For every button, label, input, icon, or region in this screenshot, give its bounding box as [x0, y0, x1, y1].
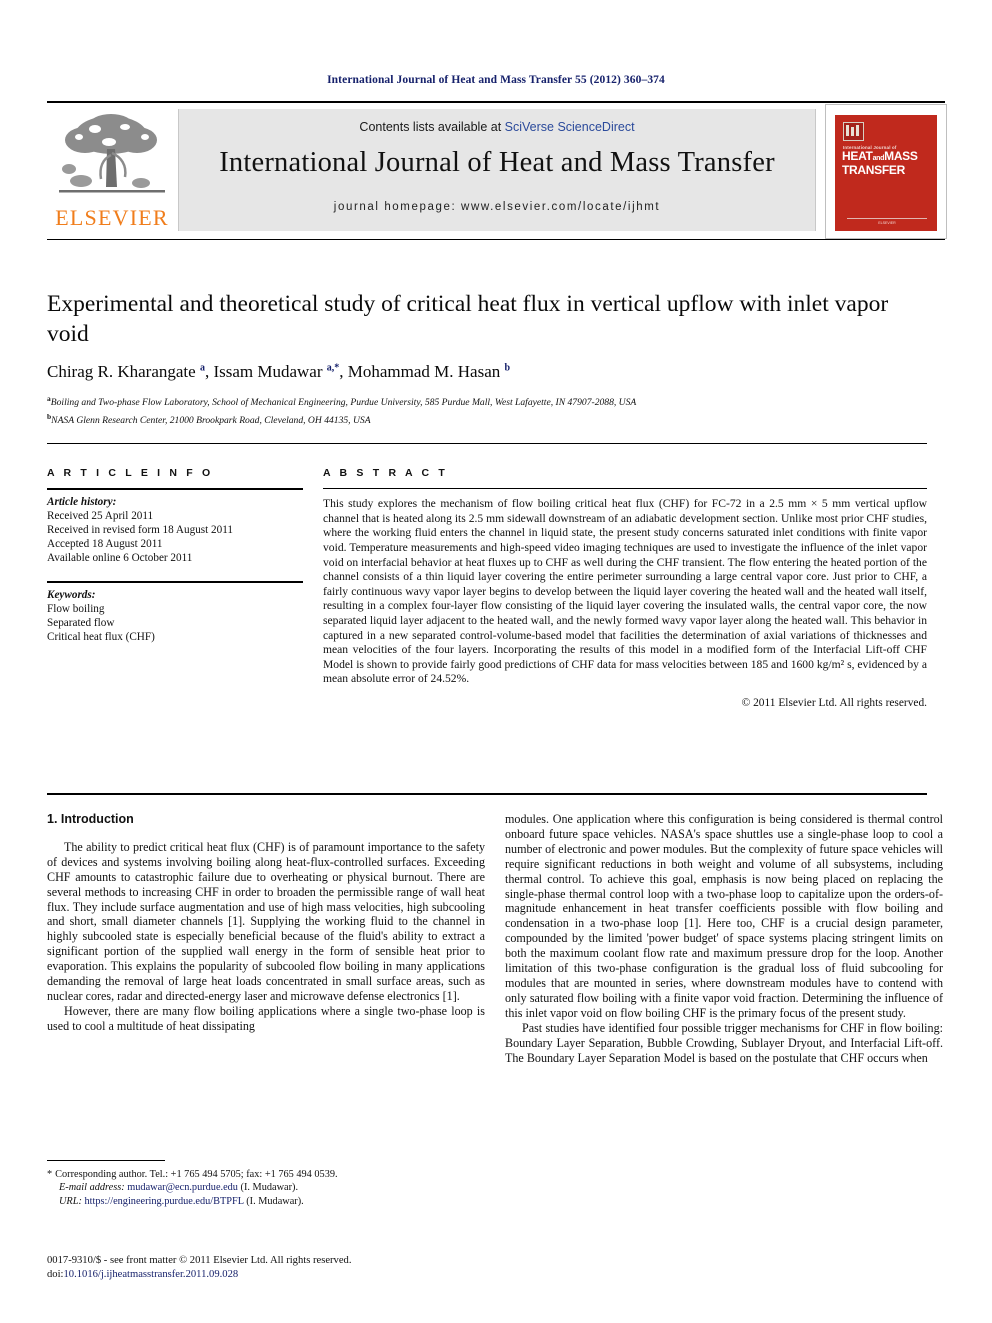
running-head: International Journal of Heat and Mass T… — [327, 74, 665, 86]
keyword-3: Critical heat flux (CHF) — [47, 631, 155, 644]
affiliation-b: bNASA Glenn Research Center, 21000 Brook… — [47, 410, 927, 428]
history-revised: Received in revised form 18 August 2011 — [47, 523, 234, 536]
section-heading-introduction: 1. Introduction — [47, 812, 134, 826]
cover-journal-title: HEATandMASS TRANSFER — [842, 149, 934, 177]
email-note: E-mail address: mudawar@ecn.purdue.edu (… — [47, 1181, 485, 1194]
journal-cover-thumbnail: International Journal of HEATandMASS TRA… — [825, 104, 947, 239]
affiliation-a: aBoiling and Two-phase Flow Laboratory, … — [47, 392, 927, 410]
article-info-heading: A R T I C L E I N F O — [47, 467, 214, 479]
masthead-bottom-rule — [47, 239, 945, 240]
article-history-label: Article history: — [47, 495, 117, 508]
affiliation-b-text: NASA Glenn Research Center, 21000 Brookp… — [51, 415, 371, 427]
journal-homepage-link[interactable]: journal homepage: www.elsevier.com/locat… — [179, 201, 815, 213]
article-info-rule — [47, 488, 303, 490]
cover-artwork: International Journal of HEATandMASS TRA… — [835, 115, 937, 231]
paragraph: The ability to predict critical heat flu… — [47, 839, 485, 1003]
email-link[interactable]: mudawar@ecn.purdue.edu — [127, 1182, 238, 1193]
journal-masthead: ELSEVIER Contents lists available at Sci… — [47, 101, 947, 240]
cover-heat-word: HEAT — [842, 149, 873, 163]
affiliation-a-text: Boiling and Two-phase Flow Laboratory, S… — [50, 397, 637, 409]
paper-title: Experimental and theoretical study of cr… — [47, 291, 889, 347]
history-online: Available online 6 October 2011 — [47, 552, 193, 565]
masthead-top-rule — [47, 101, 945, 103]
paper-page: International Journal of Heat and Mass T… — [0, 0, 992, 1323]
corresponding-author-note: * Corresponding author. Tel.: +1 765 494 … — [47, 1168, 485, 1181]
doi-link[interactable]: 10.1016/j.ijheatmasstransfer.2011.09.028 — [63, 1269, 238, 1280]
doi-line: doi:10.1016/j.ijheatmasstransfer.2011.09… — [47, 1268, 507, 1282]
elsevier-tree-icon — [59, 114, 165, 193]
doi-label: doi: — [47, 1269, 64, 1280]
email-author: (I. Mudawar). — [240, 1182, 299, 1194]
abstract-copyright: © 2011 Elsevier Ltd. All rights reserved… — [741, 697, 927, 710]
keywords-rule — [47, 581, 303, 583]
asterisk-icon: * — [47, 1169, 53, 1180]
url-link[interactable]: https://engineering.purdue.edu/BTPFL — [84, 1196, 243, 1207]
sciencedirect-link[interactable]: SciVerse ScienceDirect — [505, 120, 635, 134]
affiliations: aBoiling and Two-phase Flow Laboratory, … — [47, 392, 927, 428]
footnote-block: * Corresponding author. Tel.: +1 765 494 … — [47, 1168, 485, 1208]
paragraph: modules. One application where this conf… — [505, 812, 943, 1020]
elsevier-tree-mark-icon — [843, 122, 864, 141]
cover-and-word: and — [872, 155, 885, 162]
contents-prefix: Contents lists available at — [359, 120, 505, 134]
cover-mass-word: MASS — [884, 149, 918, 163]
url-label: URL: — [59, 1195, 82, 1207]
abstract-bottom-rule — [47, 793, 927, 795]
paragraph: Past studies have identified four possib… — [505, 1020, 943, 1065]
keywords-label: Keywords: — [47, 589, 96, 601]
body-right-column: modules. One application where this conf… — [505, 812, 943, 1065]
abstract-text: This study explores the mechanism of flo… — [323, 497, 927, 686]
email-label: E-mail address: — [59, 1182, 125, 1194]
article-info-column: A R T I C L E I N F O Article history: R… — [47, 467, 303, 645]
cover-transfer-word: TRANSFER — [842, 162, 905, 177]
history-received: Received 25 April 2011 — [47, 509, 154, 522]
corresponding-author-text: Corresponding author. Tel.: +1 765 494 5… — [55, 1169, 338, 1180]
abstract-rule — [323, 488, 927, 490]
body-left-column: 1. Introduction The ability to predict c… — [47, 812, 485, 1034]
author-list: Chirag R. Kharangate a, Issam Mudawar a,… — [47, 362, 511, 381]
masthead-banner: Contents lists available at SciVerse Sci… — [178, 109, 816, 231]
footnote-rule — [47, 1160, 165, 1162]
header-divider — [47, 443, 927, 444]
cover-footer-logo: ELSEVIER — [847, 218, 927, 225]
elsevier-wordmark: ELSEVIER — [55, 205, 169, 230]
abstract-heading: A B S T R A C T — [323, 467, 448, 479]
keyword-1: Flow boiling — [47, 603, 105, 615]
paragraph: However, there are many flow boiling app… — [47, 1003, 485, 1033]
history-accepted: Accepted 18 August 2011 — [47, 538, 163, 550]
abstract-column: A B S T R A C T This study explores the … — [323, 467, 927, 709]
elsevier-logo: ELSEVIER — [49, 109, 175, 237]
issn-block: 0017-9310/$ - see front matter © 2011 El… — [47, 1254, 507, 1282]
keyword-2: Separated flow — [47, 617, 115, 630]
issn-line: 0017-9310/$ - see front matter © 2011 El… — [47, 1255, 352, 1266]
url-note: URL: https://engineering.purdue.edu/BTPF… — [47, 1195, 485, 1208]
url-author: (I. Mudawar). — [246, 1195, 304, 1207]
journal-title: International Journal of Heat and Mass T… — [219, 147, 775, 178]
contents-available-line: Contents lists available at SciVerse Sci… — [179, 120, 815, 134]
